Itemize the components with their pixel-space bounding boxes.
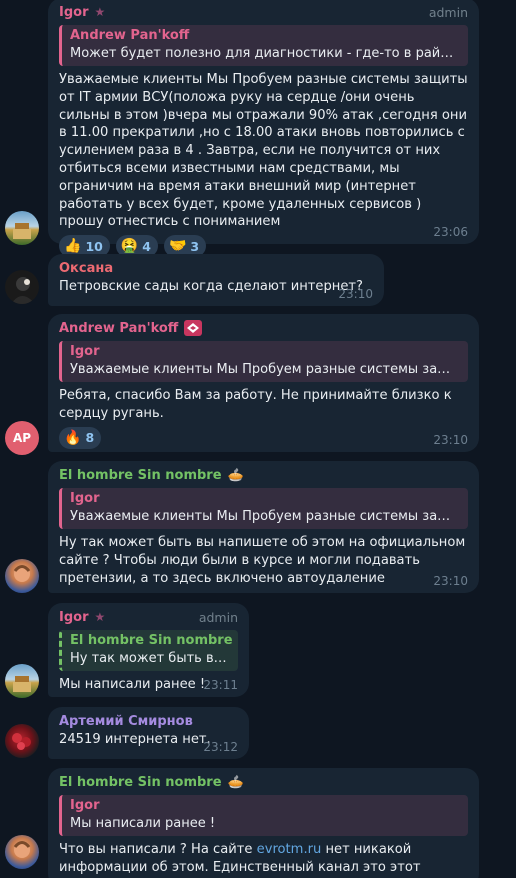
- avatar-photo-icon: [13, 223, 31, 239]
- message-text: Уважаемые клиенты Мы Пробуем разные сист…: [59, 72, 468, 230]
- vomit-face-icon: 🤮: [120, 238, 139, 255]
- quote-author: Igor: [70, 344, 100, 359]
- message-time: 23:10: [433, 574, 468, 588]
- sender-label[interactable]: Igor: [59, 4, 89, 21]
- sender-name[interactable]: El hombre Sin nombre 🥧: [59, 773, 468, 791]
- quote-text: Уважаемые клиенты Мы Пробуем разные сист…: [70, 509, 460, 524]
- sender-name[interactable]: Артемий Смирнов: [59, 712, 238, 730]
- avatar[interactable]: AP: [5, 421, 39, 455]
- message-bubble[interactable]: Igor ★ admin Andrew Pan'koff Может будет…: [48, 0, 479, 258]
- message-bubble[interactable]: Артемий Смирнов 24519 интернета нет. 23:…: [48, 707, 249, 759]
- message-bubble[interactable]: El hombre Sin nombre 🥧 Igor Мы написали …: [48, 768, 479, 878]
- reaction-count: 3: [190, 238, 200, 254]
- message-bubble[interactable]: Оксана Петровские сады когда сделают инт…: [48, 254, 384, 306]
- fire-icon: 🔥: [64, 429, 82, 446]
- reaction-count: 10: [85, 238, 103, 254]
- reply-quote[interactable]: Igor Уважаемые клиенты Мы Пробуем разные…: [59, 488, 468, 529]
- sender-label[interactable]: El hombre Sin nombre: [59, 467, 222, 484]
- sender-label[interactable]: El hombre Sin nombre: [59, 774, 222, 791]
- avatar[interactable]: [5, 724, 39, 758]
- handshake-icon: 🤝: [168, 238, 187, 255]
- text-part: Что вы написали ? На сайте: [59, 842, 257, 857]
- sender-label[interactable]: Igor: [59, 609, 89, 626]
- quote-author: Andrew Pan'koff: [70, 28, 190, 43]
- quote-author: Igor: [70, 491, 100, 506]
- message-time: 23:10: [433, 433, 468, 447]
- reaction-count: 4: [142, 238, 151, 254]
- avatar[interactable]: [5, 211, 39, 245]
- thumbs-up-icon: 👍: [64, 238, 82, 255]
- sender-name[interactable]: Igor ★ admin: [59, 608, 238, 626]
- avatar[interactable]: [5, 270, 39, 304]
- avatar-photo-icon: [13, 676, 31, 692]
- reply-quote[interactable]: Igor Уважаемые клиенты Мы Пробуем разные…: [59, 341, 468, 382]
- reply-quote[interactable]: El hombre Sin nombre Ну так может быть в…: [59, 630, 238, 671]
- message-time: 23:12: [203, 740, 238, 754]
- avatar-photo-icon: [11, 277, 35, 304]
- reply-quote[interactable]: Andrew Pan'koff Может будет полезно для …: [59, 25, 468, 66]
- quote-text: Уважаемые клиенты Мы Пробуем разные сист…: [70, 362, 460, 377]
- avatar-photo-icon: [13, 565, 31, 582]
- sender-name[interactable]: El hombre Sin nombre 🥧: [59, 466, 468, 484]
- admin-role: admin: [428, 5, 468, 20]
- quote-text: Может будет полезно для диагностики - гд…: [70, 46, 460, 61]
- message-bubble[interactable]: Andrew Pan'koff Igor Уважаемые клиенты М…: [48, 314, 479, 452]
- avatar-photo-icon: [13, 841, 31, 858]
- reply-quote[interactable]: Igor Мы написали ранее !: [59, 795, 468, 836]
- quote-text: Мы написали ранее !: [70, 816, 216, 831]
- message-time: 23:11: [203, 678, 238, 692]
- sender-name[interactable]: Igor ★ admin: [59, 3, 468, 21]
- message-text: Петровские сады когда сделают интернет?: [59, 279, 363, 294]
- message-time: 23:10: [338, 287, 373, 301]
- message-text: Ребята, спасибо Вам за работу. Не приним…: [59, 388, 452, 421]
- cookie-emoji-icon: 🥧: [227, 774, 244, 790]
- message-bubble[interactable]: El hombre Sin nombre 🥧 Igor Уважаемые кл…: [48, 461, 479, 593]
- reactions: 🔥 8: [59, 426, 468, 449]
- quote-author: Igor: [70, 798, 100, 813]
- avatar[interactable]: [5, 835, 39, 869]
- sender-name[interactable]: Оксана: [59, 259, 373, 277]
- admin-role: admin: [198, 610, 238, 625]
- message-text: Что вы написали ? На сайте evrotm.ru нет…: [59, 841, 468, 878]
- reaction-count: 8: [85, 430, 95, 446]
- sender-name[interactable]: Andrew Pan'koff: [59, 319, 468, 337]
- star-icon: ★: [94, 609, 106, 624]
- reaction-fire[interactable]: 🔥 8: [59, 426, 102, 449]
- sender-label[interactable]: Andrew Pan'koff: [59, 320, 178, 337]
- shield-badge-icon: [184, 320, 203, 336]
- message-bubble[interactable]: Igor ★ admin El hombre Sin nombre Ну так…: [48, 603, 249, 697]
- avatar[interactable]: [5, 559, 39, 593]
- avatar[interactable]: [5, 664, 39, 698]
- roses-photo-icon: [12, 733, 31, 750]
- message-text: Ну так может быть вы напишете об этом на…: [59, 535, 466, 586]
- quote-text: Ну так может быть вы н...: [70, 651, 230, 666]
- quote-author: El hombre Sin nombre: [70, 633, 233, 648]
- cookie-emoji-icon: 🥧: [227, 467, 244, 483]
- evrotm-link[interactable]: evrotm.ru: [257, 842, 322, 857]
- star-icon: ★: [94, 4, 106, 19]
- message-time: 23:06: [433, 225, 468, 239]
